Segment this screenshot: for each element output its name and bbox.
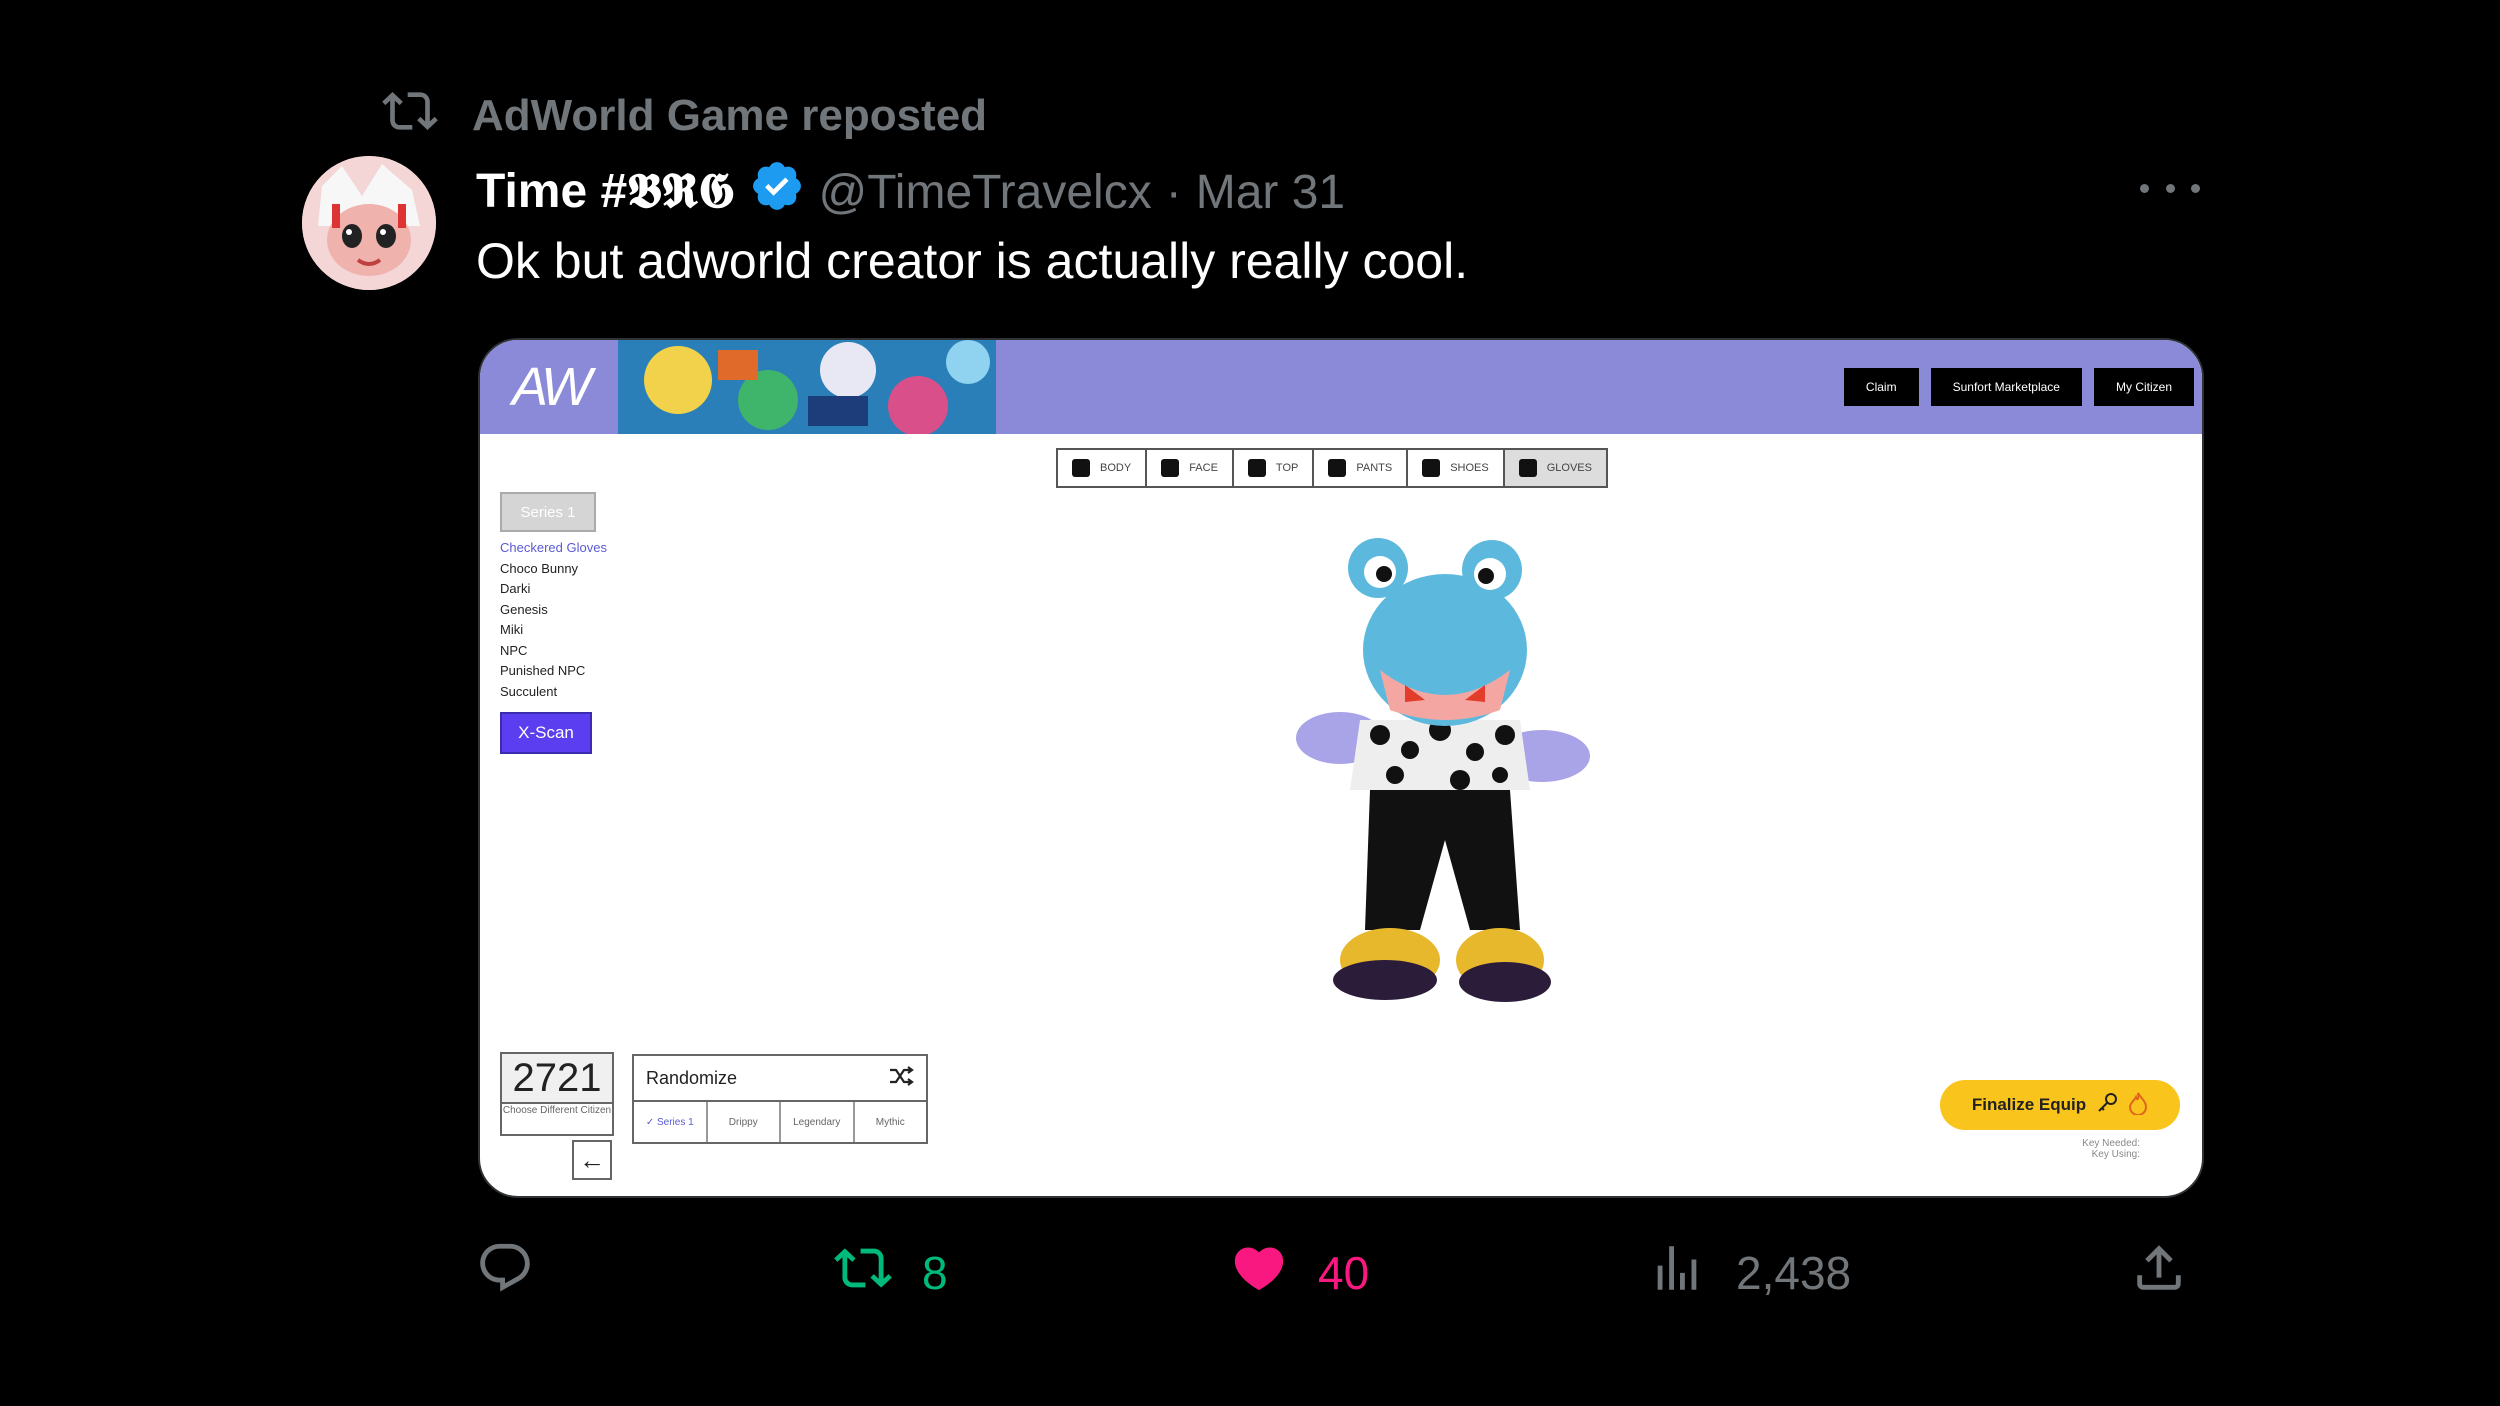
tab-label: SHOES bbox=[1450, 462, 1489, 474]
face-icon bbox=[1161, 459, 1180, 477]
banner-art bbox=[618, 340, 996, 434]
views-count: 2,438 bbox=[1736, 1247, 1852, 1299]
back-arrow-icon[interactable]: ← bbox=[572, 1140, 612, 1180]
share-icon bbox=[2130, 1239, 2188, 1308]
list-item[interactable]: Miki bbox=[500, 620, 607, 641]
heart-icon bbox=[1230, 1239, 1288, 1308]
reply-button[interactable] bbox=[476, 1240, 534, 1306]
repost-icon bbox=[382, 83, 438, 150]
tab-label: TOP bbox=[1275, 462, 1299, 474]
fire-icon bbox=[2128, 1091, 2148, 1120]
finalize-label: Finalize Equip bbox=[1971, 1095, 2087, 1114]
tweet-text: Ok but adworld creator is actually reall… bbox=[476, 233, 1469, 289]
rarity-option[interactable]: Mythic bbox=[855, 1102, 927, 1142]
key-needed-label: Key Needed: bbox=[2082, 1138, 2140, 1149]
gloves-icon bbox=[1518, 459, 1537, 477]
key-icon bbox=[2096, 1092, 2118, 1119]
like-button[interactable]: 40 bbox=[1230, 1240, 1369, 1306]
avatar[interactable] bbox=[302, 156, 436, 290]
citizen-selector[interactable]: 2721 Choose Different Citizen bbox=[500, 1052, 614, 1136]
body-icon bbox=[1072, 459, 1090, 477]
adworld-logo: AW bbox=[480, 340, 620, 434]
tab-label: FACE bbox=[1189, 462, 1218, 474]
list-item[interactable]: NPC bbox=[500, 641, 607, 662]
more-options-icon[interactable] bbox=[2140, 168, 2200, 208]
share-button[interactable] bbox=[2130, 1240, 2188, 1306]
avatar-3d-character[interactable] bbox=[1220, 530, 1660, 1050]
tab-face[interactable]: FACE bbox=[1147, 450, 1234, 486]
key-using-label: Key Using: bbox=[2091, 1149, 2140, 1160]
tab-label: PANTS bbox=[1356, 462, 1393, 474]
tweet-header: Time #𝕭𝕽𝕲 @TimeTravelcx · Mar 31 bbox=[476, 160, 1345, 224]
views-chart-icon bbox=[1648, 1239, 1706, 1308]
randomize-panel: Randomize ✓ Series 1 Drippy Legendary My… bbox=[632, 1054, 928, 1144]
list-item[interactable]: Checkered Gloves bbox=[500, 538, 607, 559]
list-item[interactable]: Choco Bunny bbox=[500, 559, 607, 580]
retweet-icon bbox=[834, 1239, 892, 1308]
tab-label: GLOVES bbox=[1546, 462, 1592, 474]
finalize-equip-button[interactable]: Finalize Equip bbox=[1940, 1080, 2180, 1130]
list-item[interactable]: Darki bbox=[500, 579, 607, 600]
series-button[interactable]: Series 1 bbox=[500, 492, 596, 532]
list-item[interactable]: Punished NPC bbox=[500, 661, 607, 682]
list-item[interactable]: Genesis bbox=[500, 600, 607, 621]
repost-indicator: AdWorld Game reposted bbox=[382, 88, 987, 144]
rarity-option[interactable]: ✓ Series 1 bbox=[634, 1102, 708, 1142]
shuffle-icon bbox=[888, 1065, 914, 1092]
tab-shoes[interactable]: SHOES bbox=[1408, 450, 1505, 486]
tweet-actions: 8 40 2,438 bbox=[476, 1240, 2196, 1306]
rarity-option[interactable]: Drippy bbox=[708, 1102, 781, 1142]
retweet-button[interactable]: 8 bbox=[834, 1240, 948, 1306]
shoes-icon bbox=[1422, 459, 1441, 477]
author-handle[interactable]: @TimeTravelcx bbox=[819, 165, 1152, 220]
list-item[interactable]: Succulent bbox=[500, 682, 607, 703]
rarity-options: ✓ Series 1 Drippy Legendary Mythic bbox=[634, 1102, 926, 1142]
repost-label[interactable]: AdWorld Game reposted bbox=[472, 91, 987, 141]
nav-my-citizen-button[interactable]: My Citizen bbox=[2093, 368, 2194, 406]
tab-label: BODY bbox=[1100, 462, 1132, 474]
top-icon bbox=[1247, 459, 1266, 477]
reply-icon bbox=[476, 1239, 534, 1308]
rarity-option[interactable]: Legendary bbox=[781, 1102, 855, 1142]
views-button[interactable]: 2,438 bbox=[1648, 1240, 1851, 1306]
citizen-number[interactable]: 2721 bbox=[502, 1054, 612, 1104]
nav-claim-button[interactable]: Claim bbox=[1843, 368, 1919, 406]
verified-badge-icon bbox=[749, 158, 805, 226]
key-info: Key Needed: Key Using: bbox=[1980, 1138, 2140, 1160]
xscan-button[interactable]: X-Scan bbox=[500, 712, 592, 754]
item-sidebar: Series 1 Checkered Gloves Choco Bunny Da… bbox=[500, 492, 607, 754]
randomize-button[interactable]: Randomize bbox=[634, 1056, 926, 1102]
like-count: 40 bbox=[1318, 1247, 1370, 1299]
randomize-label: Randomize bbox=[646, 1067, 738, 1088]
pants-icon bbox=[1328, 459, 1347, 477]
nav-marketplace-button[interactable]: Sunfort Marketplace bbox=[1930, 368, 2082, 406]
retweet-count: 8 bbox=[922, 1247, 948, 1299]
citizen-subtitle: Choose Different Citizen bbox=[502, 1105, 612, 1116]
tab-top[interactable]: TOP bbox=[1233, 450, 1315, 486]
tab-body[interactable]: BODY bbox=[1058, 450, 1148, 486]
author-name[interactable]: Time #𝕭𝕽𝕲 bbox=[476, 164, 735, 220]
tab-gloves[interactable]: GLOVES bbox=[1504, 450, 1606, 486]
category-tabs: BODY FACE TOP PANTS SHOES GLOVES bbox=[1056, 448, 1608, 488]
tab-pants[interactable]: PANTS bbox=[1314, 450, 1409, 486]
separator-dot: · bbox=[1165, 165, 1182, 219]
tweet-media[interactable]: AW Claim Sunfort Marketplace My Citizen … bbox=[478, 338, 2204, 1198]
top-nav: Claim Sunfort Marketplace My Citizen bbox=[1843, 368, 2194, 406]
tweet-date[interactable]: Mar 31 bbox=[1196, 165, 1345, 220]
